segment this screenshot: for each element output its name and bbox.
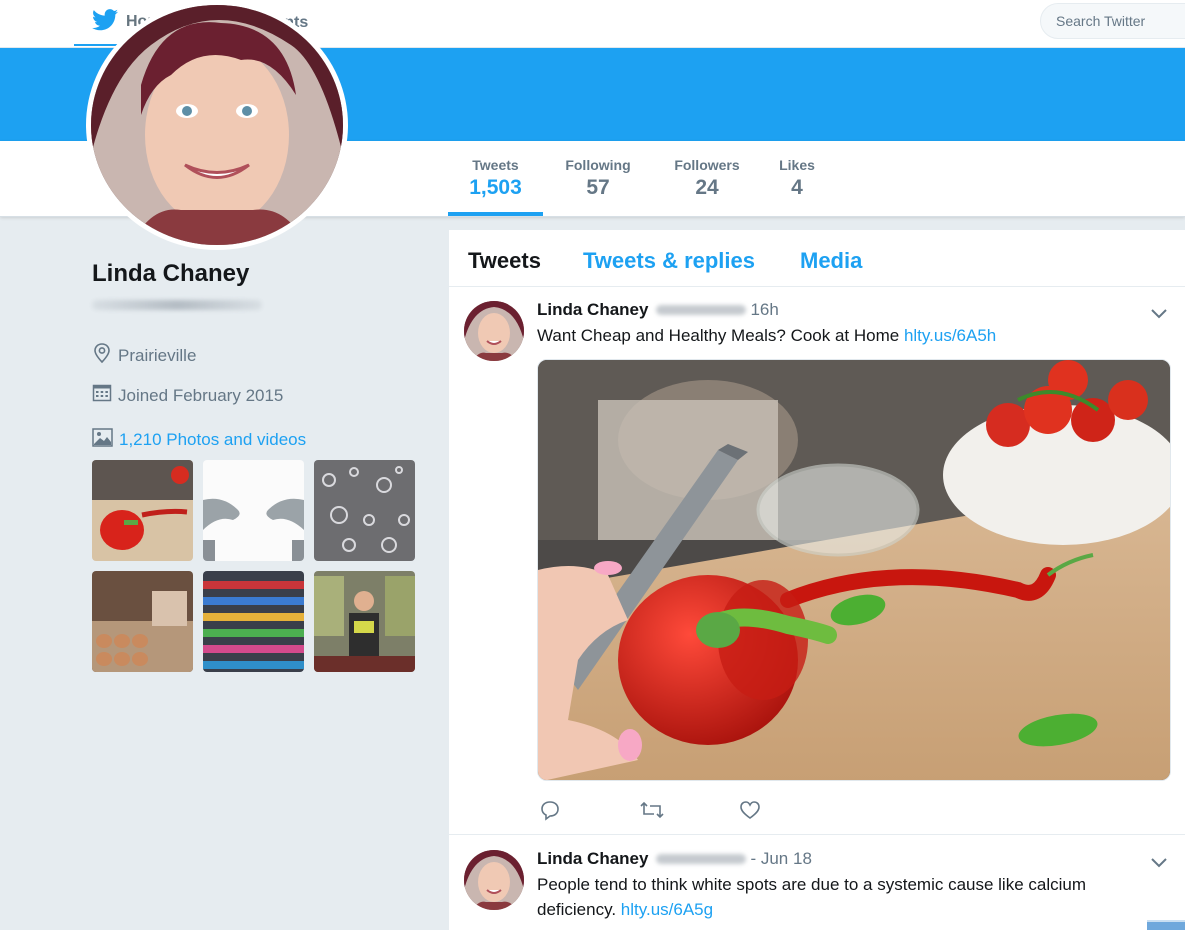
stat-label: Following [565, 157, 631, 173]
stat-label: Likes [779, 157, 815, 173]
photos-and-videos-link[interactable]: 1,210 Photos and videos [92, 428, 422, 452]
reply-icon[interactable] [537, 797, 637, 823]
tweet[interactable]: Linda Chaney - Jun 18 People tend to thi… [449, 836, 1185, 930]
stat-value: 24 [695, 176, 719, 199]
calendar-icon [92, 383, 112, 408]
tweet-avatar[interactable] [464, 301, 524, 361]
photo-thumbnail-shopper[interactable] [314, 571, 415, 672]
tweet-text: Want Cheap and Healthy Meals? Cook at Ho… [537, 323, 1127, 348]
stat-likes[interactable]: Likes 4 [776, 157, 818, 200]
stat-tweets[interactable]: Tweets 1,503 [448, 157, 543, 216]
tweet-timestamp[interactable]: - Jun 18 [750, 849, 811, 869]
blurred-handle [656, 305, 747, 315]
scroll-to-top-button[interactable] [1147, 920, 1185, 930]
stat-value: 57 [586, 176, 610, 199]
photo-thumbnail-pepper[interactable] [92, 460, 193, 561]
location-text: Prairieville [118, 345, 197, 365]
location-pin-icon [92, 342, 112, 369]
stat-value: 4 [791, 176, 803, 199]
tweet-text: People tend to think white spots are due… [537, 872, 1127, 922]
search-input[interactable]: Search Twitter [1040, 3, 1185, 39]
stat-following[interactable]: Following 57 [560, 157, 636, 200]
profile-name: Linda Chaney [92, 260, 250, 287]
stat-label: Tweets [472, 157, 519, 173]
search-placeholder: Search Twitter [1056, 13, 1146, 29]
photo-grid [92, 460, 422, 672]
tweet-body: Want Cheap and Healthy Meals? Cook at Ho… [537, 326, 904, 345]
stat-value: 1,503 [469, 176, 522, 199]
chevron-down-icon[interactable] [1149, 303, 1169, 323]
tweet-timeline: Tweets Tweets & replies Media Linda Chan… [449, 230, 1185, 930]
heart-icon[interactable] [737, 797, 837, 823]
tab-media[interactable]: Media [800, 248, 862, 274]
tweet-header: Linda Chaney 16h [537, 300, 779, 320]
photos-link-text: 1,210 Photos and videos [119, 430, 307, 449]
profile-joined: Joined February 2015 [92, 383, 422, 408]
stat-followers[interactable]: Followers 24 [668, 157, 746, 200]
tweet-image[interactable] [537, 359, 1171, 781]
stat-label: Followers [674, 157, 740, 173]
profile-avatar[interactable] [86, 0, 348, 250]
blurred-handle [92, 300, 262, 310]
blurred-handle [656, 854, 747, 864]
profile-sidebar: Linda Chaney Prairieville Joined Februar… [92, 260, 422, 672]
tweet-body: People tend to think white spots are due… [537, 875, 1087, 919]
photo-thumbnail-eggs[interactable] [92, 571, 193, 672]
twitter-bird-icon [92, 8, 118, 36]
joined-text: Joined February 2015 [118, 385, 284, 405]
profile-location: Prairieville [92, 342, 422, 369]
tweet-actions [537, 797, 837, 823]
timeline-tabs: Tweets Tweets & replies Media [449, 230, 1185, 287]
tweet[interactable]: Linda Chaney 16h Want Cheap and Healthy … [449, 287, 1185, 835]
photo-thumbnail-grocery-aisle[interactable] [203, 571, 304, 672]
tweet-avatar[interactable] [464, 850, 524, 910]
tab-tweets-and-replies[interactable]: Tweets & replies [583, 248, 755, 274]
retweet-icon[interactable] [637, 797, 737, 823]
tweet-link[interactable]: hlty.us/6A5g [621, 900, 713, 919]
chevron-down-icon[interactable] [1149, 852, 1169, 872]
tweet-author-name[interactable]: Linda Chaney [537, 849, 648, 869]
tweet-link[interactable]: hlty.us/6A5h [904, 326, 996, 345]
photo-thumbnail-hands[interactable] [203, 460, 304, 561]
tweet-timestamp[interactable]: 16h [750, 300, 778, 320]
tweet-author-name[interactable]: Linda Chaney [537, 300, 648, 320]
photo-thumbnail-bubbles[interactable] [314, 460, 415, 561]
image-icon [92, 428, 113, 452]
tab-tweets[interactable]: Tweets [468, 248, 541, 274]
tweet-header: Linda Chaney - Jun 18 [537, 849, 812, 869]
